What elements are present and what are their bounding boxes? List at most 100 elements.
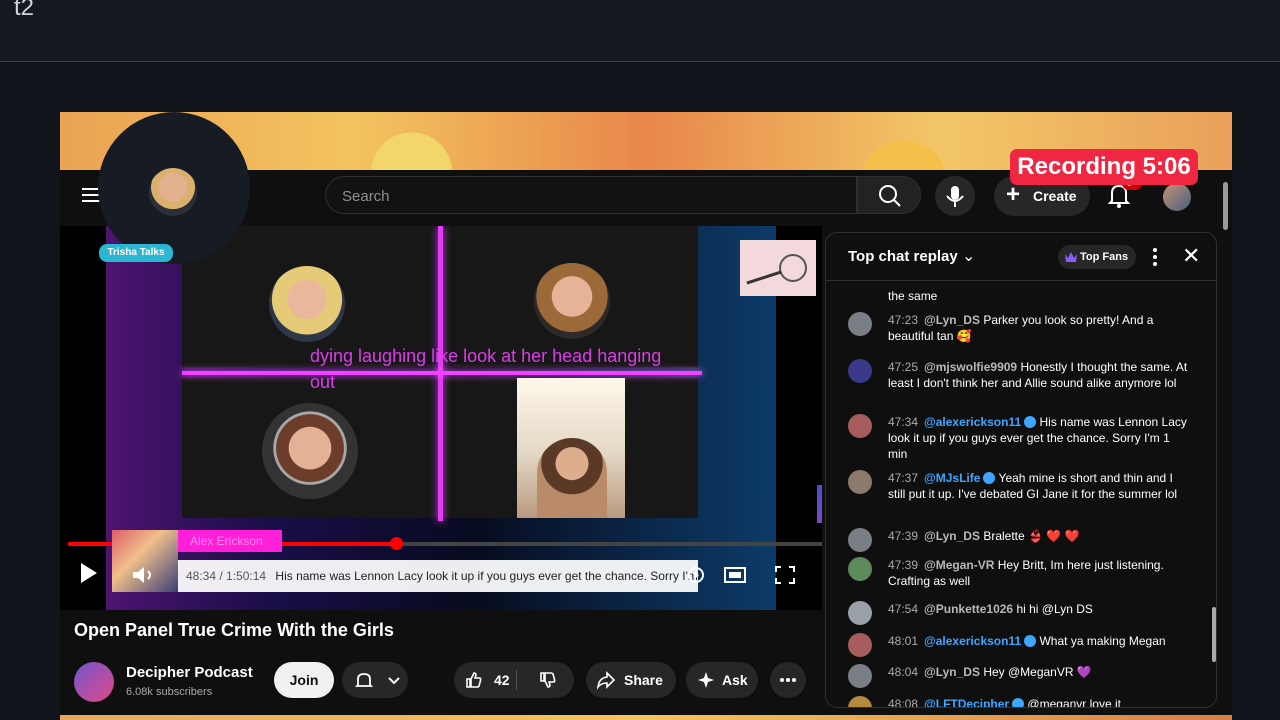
message-time: 47:37: [888, 471, 919, 485]
chat-message: 47:25 @mjswolfie9909 Honestly I thought t…: [848, 359, 1188, 391]
message-time: 47:23: [888, 313, 919, 327]
like-count: 42: [494, 672, 510, 688]
time-display: 48:34 / 1:50:14: [186, 569, 267, 583]
message-time: 48:08: [888, 697, 919, 708]
chat-scrollbar[interactable]: [1212, 285, 1216, 705]
chat-message: 47:39 @Lyn_DS Bralette 👙 ❤️ ❤️: [848, 528, 1188, 552]
decor-square: [817, 485, 822, 523]
chat-message: 47:54 @Punkette1026 hi hi @Lyn DS: [848, 601, 1188, 625]
search-icon: [879, 185, 901, 207]
background-strip: [60, 715, 1232, 720]
message-author[interactable]: @Megan-VR: [924, 558, 994, 572]
chat-avatar: [848, 312, 872, 336]
top-fans-button[interactable]: Top Fans: [1058, 245, 1136, 269]
message-author[interactable]: @alexerickson11: [924, 415, 1021, 429]
miniplayer-icon: [724, 567, 746, 583]
message-time: 47:25: [888, 360, 919, 374]
message-author[interactable]: @mjswolfie9909: [924, 360, 1017, 374]
more-actions-button[interactable]: [770, 662, 806, 698]
participant-camera: [517, 378, 625, 518]
recording-indicator: Recording 5:06: [1010, 149, 1198, 185]
ask-button[interactable]: Ask: [686, 662, 758, 698]
participant-avatar: [534, 263, 610, 339]
settings-button[interactable]: [683, 563, 709, 587]
top-bar: t2: [0, 0, 1280, 62]
page-scrollbar[interactable]: [1220, 170, 1230, 715]
message-author[interactable]: @LFTDecipher: [924, 697, 1009, 707]
chat-messages: the same 47:23 @Lyn_DS Parker you look so…: [826, 282, 1216, 708]
message-author[interactable]: @MJsLife: [924, 471, 980, 485]
share-button[interactable]: Share: [586, 662, 676, 698]
message-author[interactable]: @Lyn_DS: [924, 313, 980, 327]
chat-avatar: [848, 414, 872, 438]
volume-button[interactable]: [130, 563, 158, 587]
streamer-webcam: [98, 112, 250, 264]
message-text: @meganvr love it: [1027, 697, 1121, 708]
chat-message: 47:23 @Lyn_DS Parker you look so pretty! …: [848, 312, 1188, 344]
streamer-tag: Trisha Talks: [99, 244, 173, 262]
verified-icon: [983, 472, 996, 484]
top-fans-label: Top Fans: [1080, 251, 1129, 263]
message-author[interactable]: @Lyn_DS: [924, 529, 980, 543]
user-avatar[interactable]: [1163, 183, 1191, 211]
message-time: 48:01: [888, 634, 919, 648]
like-icon[interactable]: [464, 670, 484, 690]
create-label: Create: [1033, 188, 1077, 204]
search-input[interactable]: Search: [325, 176, 857, 214]
miniplayer-button[interactable]: [722, 563, 748, 587]
like-dislike-group: 42: [454, 662, 574, 698]
dislike-icon[interactable]: [538, 670, 558, 690]
verified-icon: [1024, 635, 1037, 647]
close-icon[interactable]: ✕: [1182, 245, 1200, 267]
message-author[interactable]: @alexerickson11: [924, 634, 1021, 648]
search-button[interactable]: [857, 176, 921, 214]
live-chat-panel: Top chat replay ⌄ Top Fans ✕ the same 47…: [825, 232, 1217, 708]
message-author[interactable]: @Punkette1026: [924, 602, 1013, 616]
share-icon: [596, 671, 616, 690]
message-text: hi hi @Lyn DS: [1016, 602, 1093, 616]
subscription-bell-button[interactable]: [342, 662, 408, 698]
channel-name[interactable]: Decipher Podcast: [126, 664, 253, 681]
participant-person: [537, 438, 607, 518]
streamer-face: [149, 168, 197, 216]
message-author[interactable]: @Lyn_DS: [924, 665, 980, 679]
participant-avatar: [269, 266, 345, 342]
chat-mode-selector[interactable]: Top chat replay: [848, 248, 958, 265]
chat-avatar: [848, 470, 872, 494]
fullscreen-button[interactable]: [772, 563, 798, 587]
message-text: What ya making Megan: [1039, 634, 1166, 648]
chat-message: 48:04 @Lyn_DS Hey @MeganVR 💜: [848, 664, 1188, 688]
chevron-down-icon[interactable]: ⌄: [962, 246, 975, 266]
join-button[interactable]: Join: [274, 662, 334, 698]
play-button[interactable]: [78, 561, 100, 585]
channel-avatar[interactable]: [74, 662, 114, 702]
video-player[interactable]: dying laughing like look at her head han…: [60, 226, 822, 610]
chat-scroll-thumb[interactable]: [1212, 607, 1216, 662]
progress-scrubber[interactable]: [390, 537, 403, 550]
message-time: 48:04: [888, 665, 919, 679]
play-icon: [81, 563, 97, 583]
page-scroll-thumb[interactable]: [1223, 182, 1228, 230]
search-placeholder: Search: [342, 188, 390, 205]
corner-text: t2: [14, 0, 35, 21]
message-time: 47:39: [888, 529, 919, 543]
chat-message: the same: [848, 288, 1188, 304]
podcast-logo: [740, 240, 816, 296]
chat-header: Top chat replay ⌄ Top Fans ✕: [826, 233, 1216, 281]
participant-avatar: [262, 403, 358, 499]
chat-avatar: [848, 601, 872, 625]
message-time: 47:34: [888, 415, 919, 429]
chat-message: 47:39 @Megan-VR Hey Britt, Im here just l…: [848, 557, 1188, 589]
chat-avatar: [848, 664, 872, 688]
voice-search-button[interactable]: [935, 176, 975, 216]
caption-text: His name was Lennon Lacy look it up if y…: [275, 569, 698, 583]
chat-avatar: [848, 528, 872, 552]
subscriber-count: 6.08k subscribers: [126, 686, 213, 698]
chat-message: 48:01 @alexerickson11 What ya making Mega…: [848, 633, 1188, 657]
verified-icon: [1024, 416, 1037, 428]
bell-icon: [354, 673, 374, 687]
youtube-window: Search + Create 9+: [60, 170, 1232, 715]
more-vertical-icon[interactable]: [1152, 246, 1158, 268]
message-time: 47:54: [888, 602, 919, 616]
gear-icon: [688, 567, 704, 583]
